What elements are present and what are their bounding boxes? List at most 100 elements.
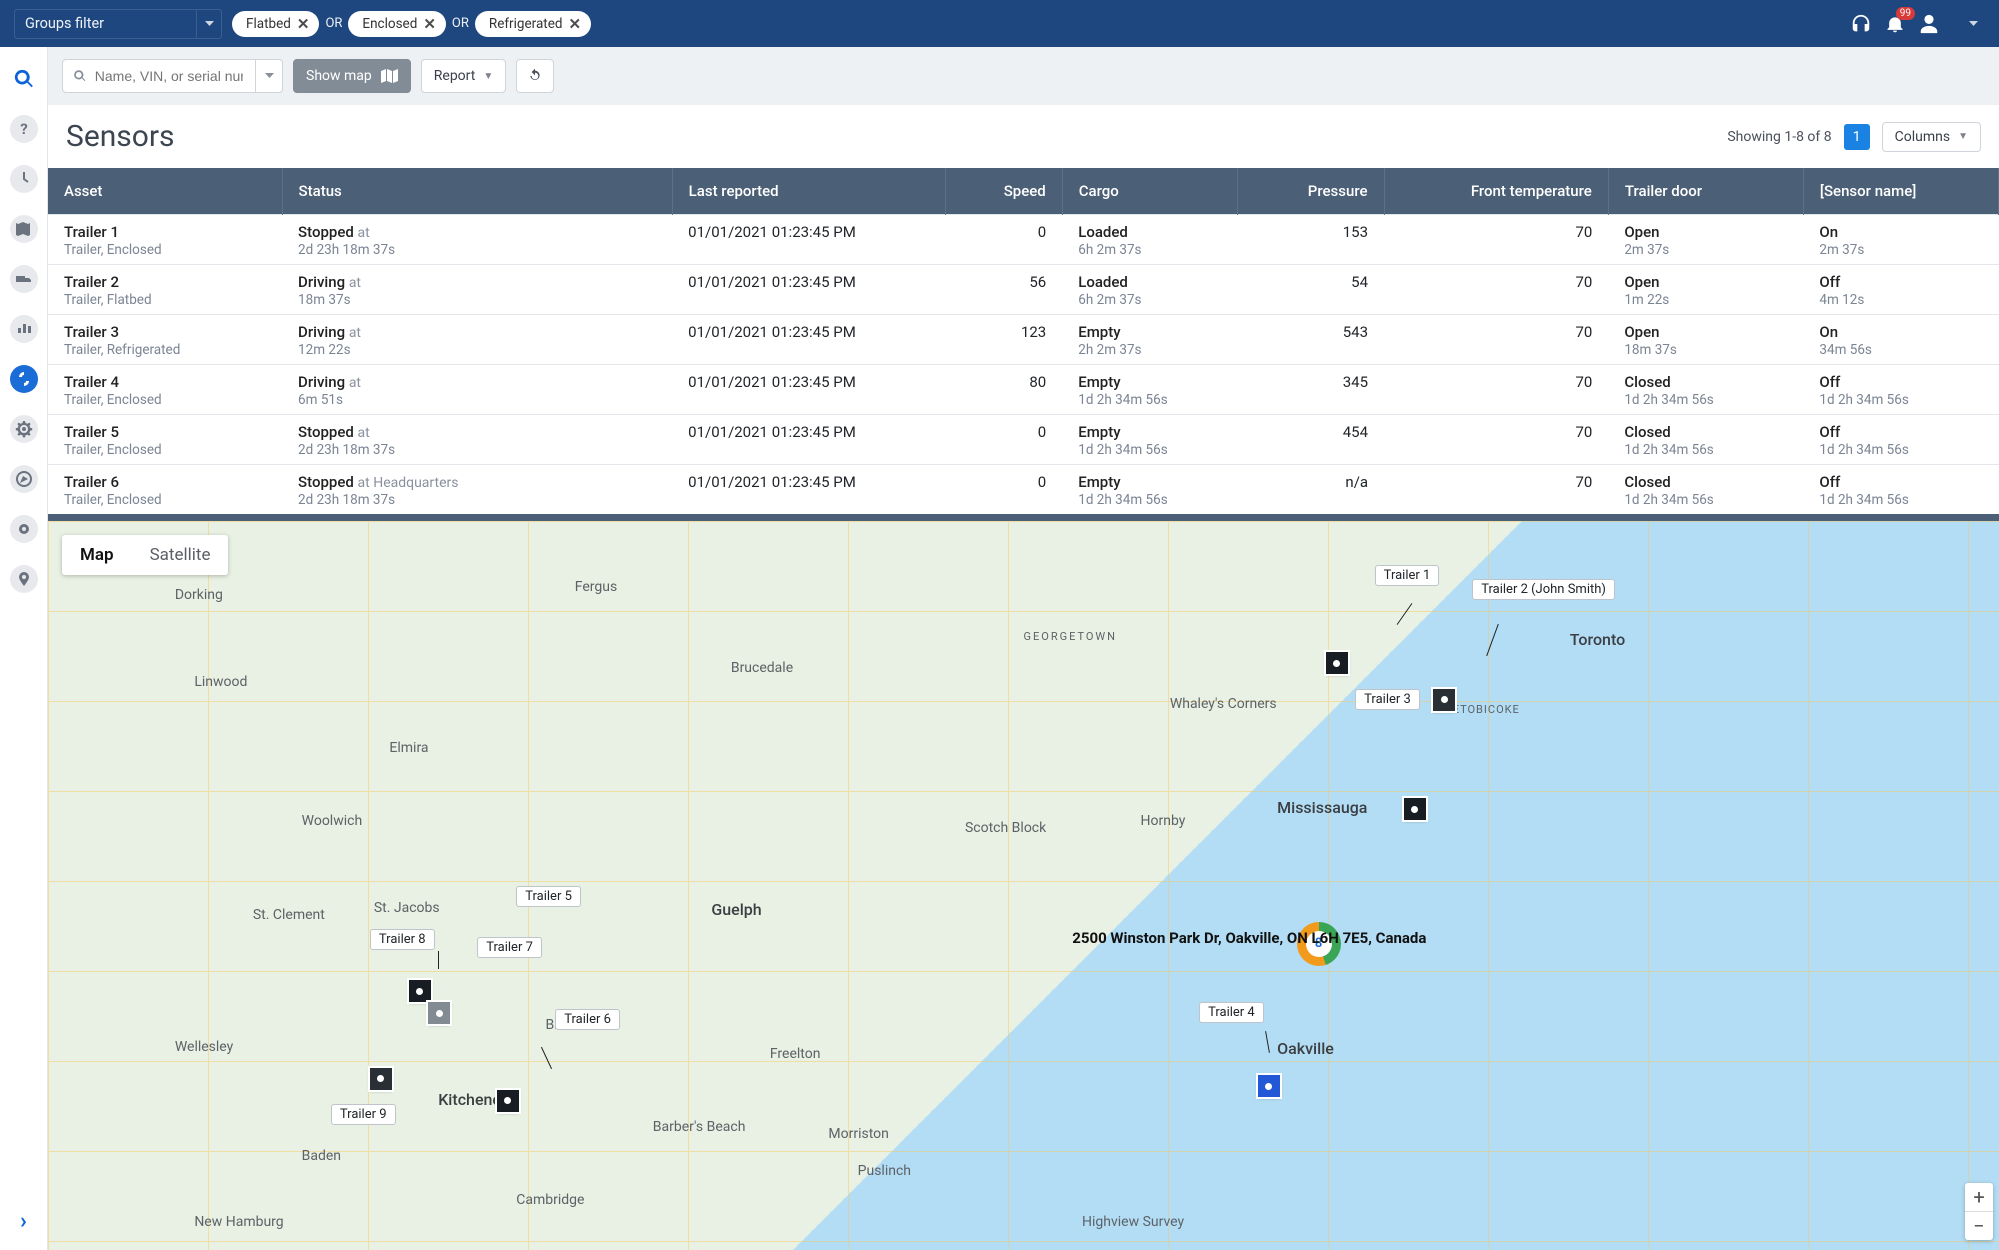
col-speed[interactable]: Speed: [945, 168, 1062, 215]
table-row[interactable]: Trailer 5 Trailer, Enclosed Stopped at 2…: [48, 415, 1999, 465]
front-temperature-value: 70: [1400, 323, 1592, 341]
map-label[interactable]: Trailer 4: [1199, 1002, 1264, 1023]
table-row[interactable]: Trailer 6 Trailer, Enclosed Stopped at H…: [48, 465, 1999, 515]
sidebar-compass-icon[interactable]: [10, 465, 38, 493]
refresh-button[interactable]: [516, 59, 554, 93]
status-duration: 12m 22s: [298, 342, 656, 358]
user-icon[interactable]: [1917, 12, 1941, 36]
zoom-out-button[interactable]: −: [1965, 1212, 1993, 1240]
chip-enclosed[interactable]: Enclosed ✕: [348, 11, 446, 37]
headset-icon[interactable]: [1849, 12, 1873, 36]
status-value: Stopped at Headquarters: [298, 473, 656, 491]
sidebar: ? ›: [0, 47, 48, 1250]
table-row[interactable]: Trailer 1 Trailer, Enclosed Stopped at 2…: [48, 215, 1999, 265]
search-input[interactable]: [93, 67, 245, 85]
refresh-icon: [527, 68, 543, 84]
map-label[interactable]: Trailer 2 (John Smith): [1472, 579, 1615, 600]
map-address-label: 2500 Winston Park Dr, Oakville, ON L6H 7…: [1072, 929, 1426, 947]
map-label[interactable]: Trailer 6: [555, 1009, 620, 1030]
show-map-button[interactable]: Show map: [293, 59, 411, 93]
table-row[interactable]: Trailer 4 Trailer, Enclosed Driving at 6…: [48, 365, 1999, 415]
search-box[interactable]: [62, 59, 283, 93]
asset-name: Trailer 1: [64, 223, 266, 241]
map-label[interactable]: Trailer 5: [516, 886, 581, 907]
sensor-duration: 4m 12s: [1819, 292, 1982, 308]
col-trailer-door[interactable]: Trailer door: [1608, 168, 1803, 215]
map-view-satellite[interactable]: Satellite: [132, 535, 229, 575]
chip-flatbed[interactable]: Flatbed ✕: [232, 11, 319, 37]
sensor-value: Off: [1819, 273, 1982, 291]
sidebar-sensor-icon[interactable]: [10, 365, 38, 393]
trailer-door-value: Open: [1624, 323, 1787, 341]
report-button[interactable]: Report ▼: [421, 59, 506, 93]
map-marker[interactable]: [1258, 1075, 1280, 1097]
map-marker[interactable]: [1404, 798, 1426, 820]
pressure-value: n/a: [1254, 473, 1368, 491]
col-cargo[interactable]: Cargo: [1062, 168, 1238, 215]
sidebar-settings-icon[interactable]: [10, 515, 38, 543]
sidebar-help-icon[interactable]: ?: [10, 115, 38, 143]
col-front-temp[interactable]: Front temperature: [1384, 168, 1608, 215]
chip-remove-icon[interactable]: ✕: [297, 15, 310, 33]
groups-filter-caret[interactable]: [196, 10, 221, 38]
table-row[interactable]: Trailer 2 Trailer, Flatbed Driving at 18…: [48, 265, 1999, 315]
map-marker[interactable]: [428, 1002, 450, 1024]
horizontal-scrollbar[interactable]: [48, 514, 1258, 521]
col-status[interactable]: Status: [282, 168, 672, 215]
chip-refrigerated[interactable]: Refrigerated ✕: [475, 11, 591, 37]
sidebar-expand-button[interactable]: ›: [20, 1209, 27, 1234]
cargo-value: Empty: [1078, 373, 1222, 391]
status-value: Driving at: [298, 323, 656, 341]
user-menu-caret[interactable]: [1961, 12, 1985, 36]
notifications-icon[interactable]: 99: [1883, 12, 1907, 36]
map-label[interactable]: Trailer 9: [331, 1104, 396, 1125]
zoom-in-button[interactable]: +: [1965, 1183, 1993, 1212]
asset-name: Trailer 5: [64, 423, 266, 441]
sensor-duration: 1d 2h 34m 56s: [1819, 392, 1982, 408]
sidebar-time-icon[interactable]: [10, 165, 38, 193]
search-dropdown-caret[interactable]: [255, 60, 282, 92]
trailer-door-value: Open: [1624, 273, 1787, 291]
sidebar-chart-icon[interactable]: [10, 315, 38, 343]
map-label[interactable]: Trailer 3: [1355, 689, 1420, 710]
map-view-map[interactable]: Map: [62, 535, 132, 575]
map-zoom-control: + −: [1965, 1183, 1993, 1240]
city-label: Brucedale: [731, 660, 793, 676]
col-last-reported[interactable]: Last reported: [672, 168, 945, 215]
sidebar-gear-icon[interactable]: [10, 415, 38, 443]
sidebar-truck-icon[interactable]: [10, 265, 38, 293]
map-type-control: Map Satellite: [62, 535, 228, 575]
col-pressure[interactable]: Pressure: [1238, 168, 1384, 215]
last-reported-value: 01/01/2021 01:23:45 PM: [688, 223, 929, 241]
sidebar-location-icon[interactable]: [10, 565, 38, 593]
table-row[interactable]: Trailer 3 Trailer, Refrigerated Driving …: [48, 315, 1999, 365]
last-reported-value: 01/01/2021 01:23:45 PM: [688, 423, 929, 441]
status-duration: 6m 51s: [298, 392, 656, 408]
map-marker[interactable]: [1326, 652, 1348, 674]
col-asset[interactable]: Asset: [48, 168, 282, 215]
map-area[interactable]: ⌃ ⌄ Map Satellite Toronto Mississauga Ki…: [48, 514, 1999, 1250]
map-marker[interactable]: [497, 1090, 519, 1112]
cargo-duration: 1d 2h 34m 56s: [1078, 392, 1222, 408]
col-sensor-name[interactable]: [Sensor name]: [1803, 168, 1998, 215]
map-label[interactable]: Trailer 8: [370, 929, 435, 950]
map-label[interactable]: Trailer 1: [1375, 565, 1440, 586]
chip-remove-icon[interactable]: ✕: [569, 15, 582, 33]
groups-filter-dropdown[interactable]: Groups filter: [14, 9, 222, 39]
map-label[interactable]: Trailer 7: [477, 937, 542, 958]
chip-remove-icon[interactable]: ✕: [423, 15, 436, 33]
front-temperature-value: 70: [1400, 223, 1592, 241]
city-label: Linwood: [194, 674, 247, 690]
sidebar-map-icon[interactable]: [10, 215, 38, 243]
map-marker[interactable]: [409, 980, 431, 1002]
city-label: Highview Survey: [1082, 1214, 1184, 1230]
search-icon: [73, 68, 87, 84]
page-number[interactable]: 1: [1844, 124, 1870, 150]
columns-button[interactable]: Columns ▼: [1882, 122, 1981, 152]
map-marker[interactable]: [1433, 689, 1455, 711]
city-label: Whaley's Corners: [1170, 696, 1277, 712]
or-label: OR: [452, 16, 469, 31]
sidebar-search-icon[interactable]: [10, 65, 38, 93]
last-reported-value: 01/01/2021 01:23:45 PM: [688, 473, 929, 491]
map-marker[interactable]: [370, 1068, 392, 1090]
